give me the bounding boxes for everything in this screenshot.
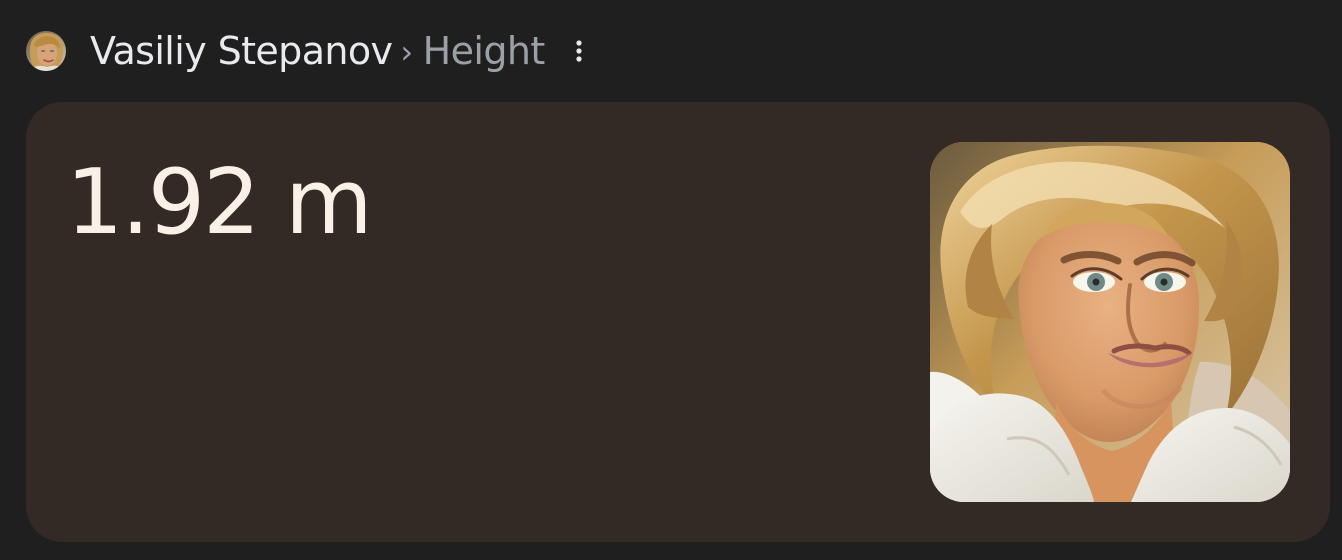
- height-value: 1.92 m: [66, 150, 373, 255]
- entity-name[interactable]: Vasiliy Stepanov: [90, 28, 393, 74]
- height-answer-card: 1.92 m: [26, 102, 1330, 542]
- breadcrumb: Vasiliy Stepanov › Height: [90, 28, 545, 74]
- more-vert-icon[interactable]: [567, 28, 591, 74]
- person-photo[interactable]: [930, 142, 1290, 502]
- breadcrumb-header: Vasiliy Stepanov › Height: [26, 28, 591, 74]
- person-avatar-icon[interactable]: [26, 31, 66, 71]
- attribute-name: Height: [422, 29, 546, 73]
- breadcrumb-separator: ›: [400, 33, 413, 71]
